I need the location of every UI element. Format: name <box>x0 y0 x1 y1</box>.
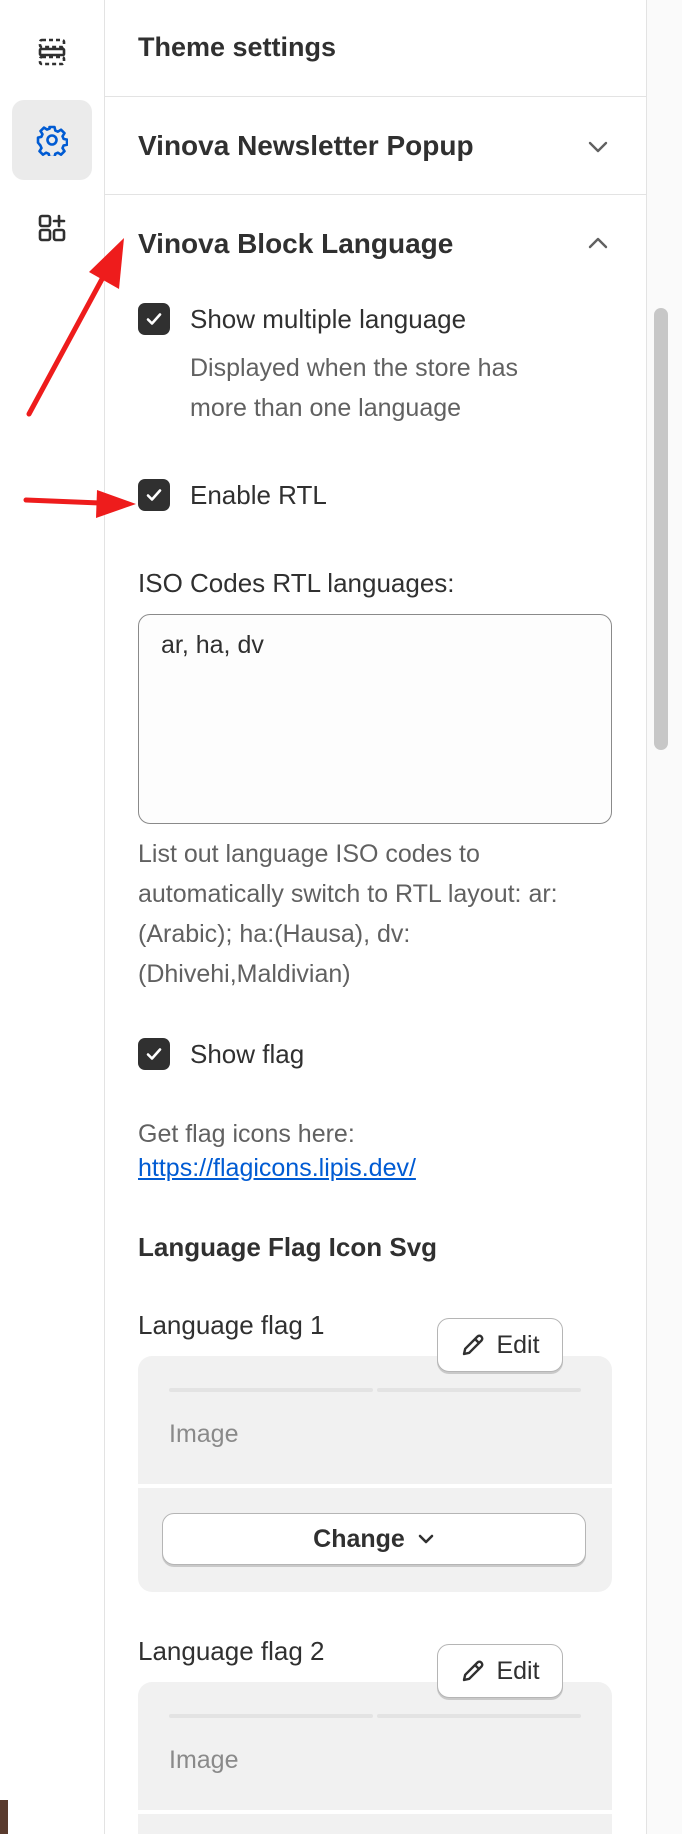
section-block-language[interactable]: Vinova Block Language <box>138 228 453 260</box>
image-placeholder: Image <box>169 1746 239 1774</box>
gear-icon <box>36 125 68 156</box>
pencil-icon <box>463 1334 484 1356</box>
language-flag-2-label: Language flag 2 <box>138 1636 325 1666</box>
language-flag-2-edit-button[interactable]: Edit <box>437 1644 563 1698</box>
checkmark-icon <box>146 489 162 501</box>
iso-codes-textarea[interactable]: ar, ha, dv <box>138 614 612 824</box>
change-button[interactable]: Change <box>162 1513 586 1565</box>
sections-button[interactable] <box>12 12 92 92</box>
language-flag-1-label: Language flag 1 <box>138 1310 325 1340</box>
language-flag-1-edit-button[interactable]: Edit <box>437 1318 563 1372</box>
iso-codes-help: List out language ISO codes to automatic… <box>138 840 558 988</box>
enable-rtl-label: Enable RTL <box>190 480 327 510</box>
checkmark-icon <box>146 313 162 325</box>
apps-button[interactable] <box>12 188 92 268</box>
section-divider <box>105 194 646 195</box>
scroll-gutter <box>646 0 682 1834</box>
iso-codes-label: ISO Codes RTL languages: <box>138 568 455 598</box>
flag-icons-link[interactable]: https://flagicons.lipis.dev/ <box>138 1154 416 1183</box>
show-multiple-language-checkbox[interactable] <box>138 303 170 335</box>
language-flag-1-picker: Image Change <box>138 1356 612 1592</box>
show-multiple-language-label: Show multiple language <box>190 304 467 334</box>
checkmark-icon <box>146 1048 162 1060</box>
enable-rtl-checkbox[interactable] <box>138 479 170 511</box>
theme-settings-panel: Theme settings Vinova Newsletter Popup V… <box>105 0 647 1834</box>
section-newsletter-popup[interactable]: Vinova Newsletter Popup <box>138 130 474 162</box>
apps-add-icon <box>38 214 66 242</box>
flag-icon-heading: Language Flag Icon Svg <box>138 1232 438 1262</box>
left-rail <box>0 0 105 1834</box>
scrollbar-thumb[interactable] <box>654 308 668 750</box>
chevron-down-icon <box>418 1534 434 1544</box>
show-flag-checkbox[interactable] <box>138 1038 170 1070</box>
chevron-down-icon[interactable] <box>587 136 609 158</box>
flag-help-text: Get flag icons here: <box>138 1120 355 1148</box>
theme-settings-button[interactable] <box>12 100 92 180</box>
language-flag-2-picker: Image <box>138 1682 612 1834</box>
pencil-icon <box>463 1660 484 1682</box>
show-multiple-help: Displayed when the store has more than o… <box>190 354 518 422</box>
header-divider <box>105 96 646 97</box>
panel-title: Theme settings <box>138 32 337 62</box>
chevron-up-icon[interactable] <box>587 232 609 254</box>
window-corner <box>0 1800 8 1834</box>
show-flag-label: Show flag <box>190 1039 305 1069</box>
sections-icon <box>38 38 66 66</box>
image-placeholder: Image <box>169 1420 239 1448</box>
